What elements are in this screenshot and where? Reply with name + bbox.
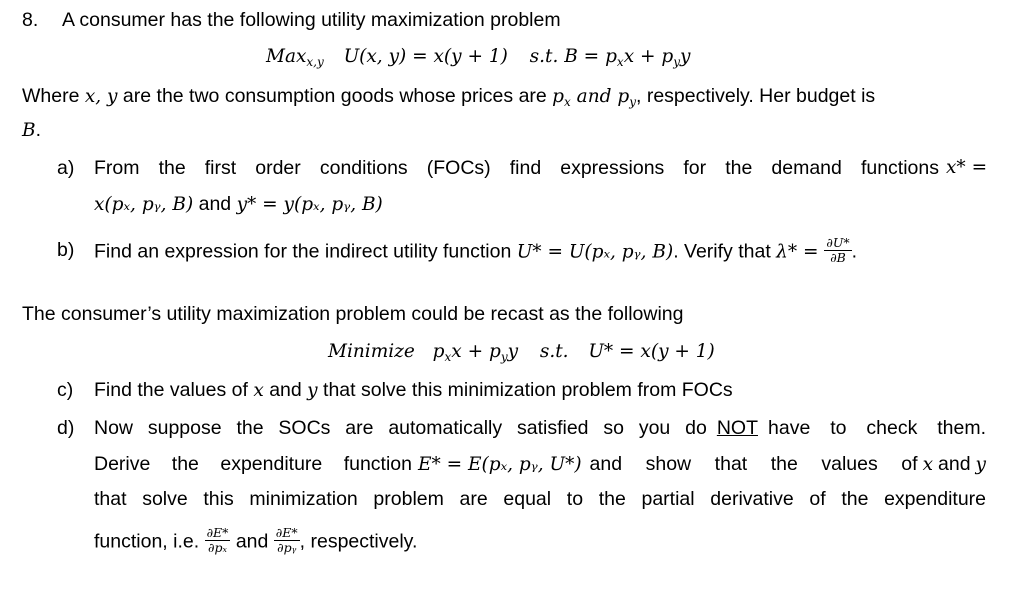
part-a-x-star: x* =: [946, 157, 988, 178]
part-a-line2: x(pₓ, pᵧ, B) and y* = y(pₓ, pᵧ, B): [94, 192, 383, 217]
max-problem-equation: Maxx,y U(x, y) = x(y + 1) s.t. B = pxx +…: [266, 45, 690, 69]
part-c-label: c): [57, 379, 74, 401]
min-objective: pxx + pyy: [432, 341, 519, 364]
budget-px: pxx + pyy: [605, 46, 691, 69]
st-label: s.t.: [539, 341, 569, 362]
part-d-line2b: and show that the values of: [589, 453, 918, 475]
min-problem-equation: Minimize pxx + pyy s.t. U* = x(y + 1): [328, 340, 715, 364]
where-vars: x, y: [84, 86, 118, 107]
not-emphasis: NOT: [716, 417, 758, 439]
indirect-utility: U* = U(pₓ, pᵧ, B): [516, 241, 674, 263]
part-d-line1a: Now suppose the SOCs are automatically s…: [94, 417, 707, 439]
part-d-label: d): [57, 417, 75, 439]
var-x: x: [922, 454, 933, 475]
min-constraint: U* = x(y + 1): [588, 341, 715, 362]
part-c-text2: that solve this minimization problem fro…: [317, 379, 733, 401]
where-text-2: are the two consumption goods whose pric…: [117, 85, 553, 107]
question-intro: A consumer has the following utility max…: [62, 9, 561, 31]
and-text: and: [263, 379, 308, 401]
and-text: and: [230, 530, 274, 553]
budget-var-line: B.: [22, 118, 41, 143]
demand-y: y* = y(pₓ, pᵧ, B): [236, 194, 383, 215]
part-d-line2: Derive the expenditure function E* = E(p…: [94, 452, 986, 477]
var-y: y: [975, 454, 986, 475]
part-a-label: a): [57, 157, 75, 179]
budget-var: B: [22, 120, 36, 141]
where-px: px and py: [552, 86, 636, 109]
min-label: Minimize: [328, 341, 415, 362]
part-d-line4: function, i.e. ∂E* ∂pₓ and ∂E* ∂pᵧ, respec…: [94, 525, 418, 557]
part-b-text2: . Verify that: [673, 240, 777, 263]
part-d-line4b: , respectively.: [299, 530, 418, 553]
question-header: 8. A consumer has the following utility …: [22, 8, 561, 32]
dU-dB-fraction: ∂U* ∂B: [824, 235, 852, 265]
part-c-text1: Find the values of: [94, 379, 254, 401]
lambda-star: λ* =: [776, 241, 825, 263]
period: .: [35, 119, 42, 141]
question-number: 8.: [22, 9, 39, 31]
and-text: and: [193, 193, 237, 215]
part-b-text1: Find an expression for the indirect util…: [94, 240, 517, 263]
budget-constraint-prefix: s.t. B =: [529, 46, 606, 67]
part-b-text: Find an expression for the indirect util…: [94, 235, 858, 267]
where-text-3: , respectively. Her budget is: [635, 85, 876, 107]
dE-dpx-fraction: ∂E* ∂pₓ: [204, 525, 231, 555]
var-y: y: [307, 380, 318, 401]
expenditure-function: E* = E(pₓ, pᵧ, U*): [418, 454, 582, 475]
period: .: [851, 240, 858, 263]
dE-dpy-fraction: ∂E* ∂pᵧ: [273, 525, 300, 555]
max-label: Max: [266, 46, 307, 67]
part-c-text: Find the values of x and y that solve th…: [94, 378, 733, 403]
and-text: and: [938, 453, 971, 475]
part-d-line1b: have to check them.: [768, 417, 986, 439]
where-text-1: Where: [22, 85, 85, 107]
recast-paragraph: The consumer’s utility maximization prob…: [22, 303, 684, 325]
part-a-line1: From the first order conditions (FOCs) f…: [94, 157, 939, 179]
max-subscript: x,y: [306, 55, 324, 69]
part-b-label: b): [57, 239, 75, 261]
part-d-line4a: function, i.e.: [94, 530, 205, 553]
demand-x: x(pₓ, pᵧ, B): [94, 194, 194, 215]
part-d-line1: Now suppose the SOCs are automatically s…: [94, 416, 986, 440]
part-d-line3: that solve this minimization problem are…: [94, 488, 986, 510]
part-d-line2a: Derive the expenditure function: [94, 453, 412, 475]
var-x: x: [253, 380, 264, 401]
utility-function: U(x, y) = x(y + 1): [343, 46, 508, 67]
where-paragraph: Where x, y are the two consumption goods…: [22, 84, 875, 109]
